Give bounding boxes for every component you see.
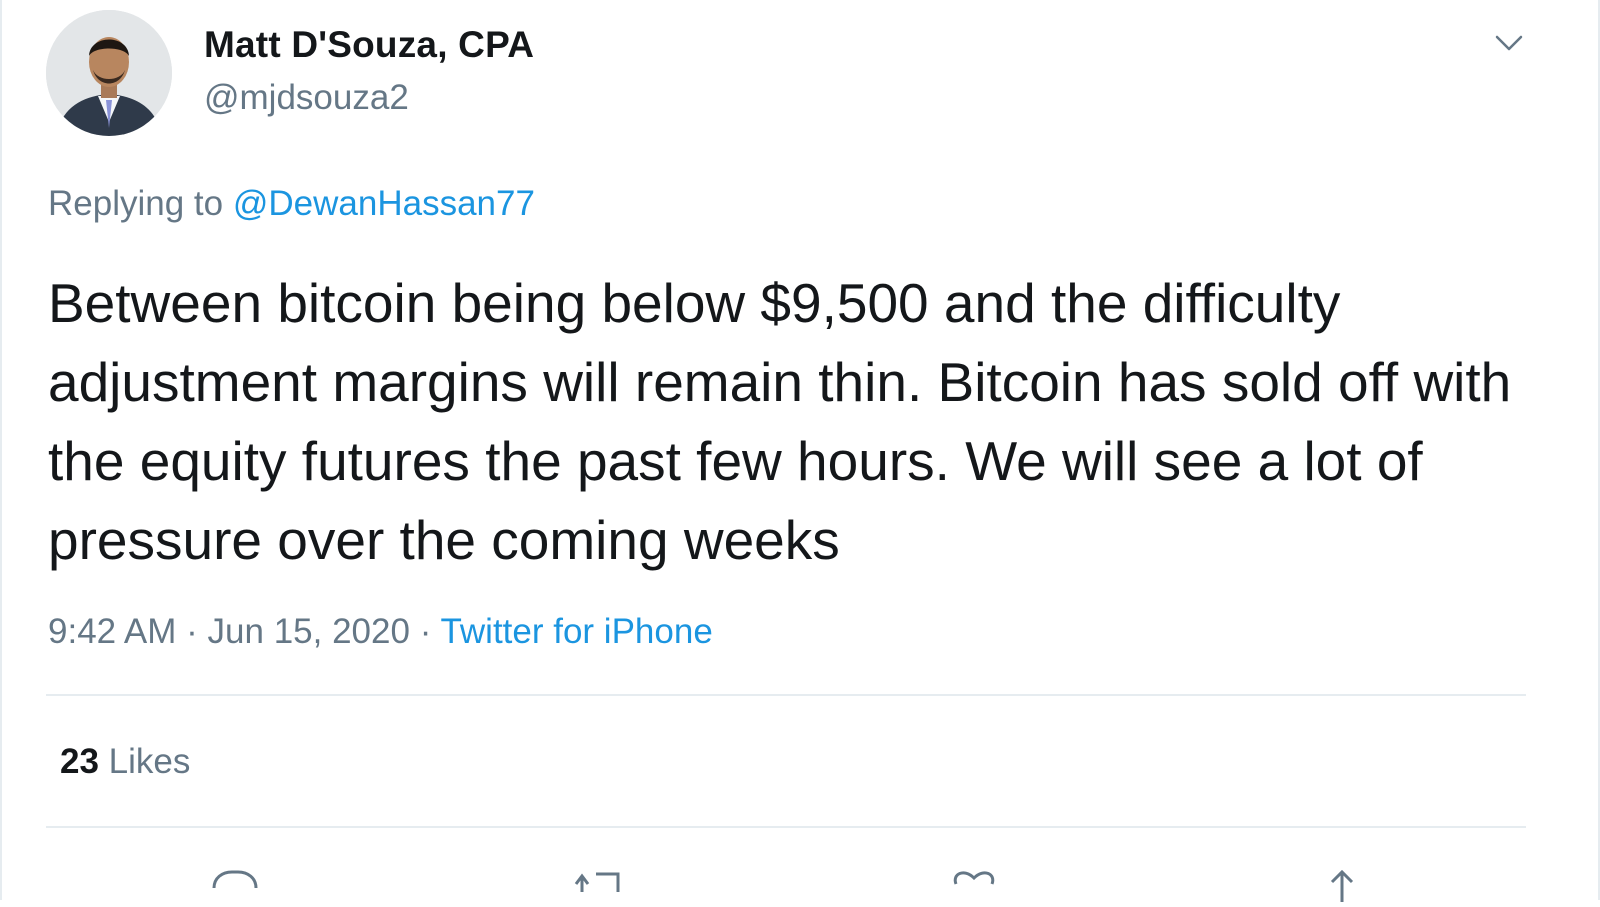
likes-count: 23 xyxy=(60,742,99,781)
meta-separator: · xyxy=(186,612,198,651)
divider xyxy=(46,694,1526,696)
replying-to: Replying to @DewanHassan77 xyxy=(48,184,535,224)
chevron-down-icon[interactable] xyxy=(1492,26,1526,60)
tweet-date[interactable]: Jun 15, 2020 xyxy=(208,612,410,651)
avatar[interactable] xyxy=(46,10,172,136)
replying-to-label: Replying to xyxy=(48,184,224,223)
retweet-icon[interactable] xyxy=(568,862,628,902)
divider xyxy=(46,826,1526,828)
reply-mention-link[interactable]: @DewanHassan77 xyxy=(233,184,535,223)
author-display-name[interactable]: Matt D'Souza, CPA xyxy=(204,24,534,66)
share-icon[interactable] xyxy=(1312,862,1372,902)
tweet-source-link[interactable]: Twitter for iPhone xyxy=(440,612,712,651)
tweet-time[interactable]: 9:42 AM xyxy=(48,612,176,651)
tweet-card: Matt D'Souza, CPA @mjdsouza2 Replying to… xyxy=(0,0,1600,902)
reply-icon[interactable] xyxy=(204,862,264,902)
likes-label: Likes xyxy=(108,742,191,781)
meta-separator: · xyxy=(419,612,432,651)
tweet-text: Between bitcoin being below $9,500 and t… xyxy=(48,272,1512,571)
likes-stat[interactable]: 23 Likes xyxy=(60,742,190,782)
author-handle[interactable]: @mjdsouza2 xyxy=(204,78,409,118)
avatar-photo xyxy=(46,10,172,136)
heart-icon[interactable] xyxy=(944,862,1004,902)
tweet-meta: 9:42 AM · Jun 15, 2020 · Twitter for iPh… xyxy=(48,612,713,652)
